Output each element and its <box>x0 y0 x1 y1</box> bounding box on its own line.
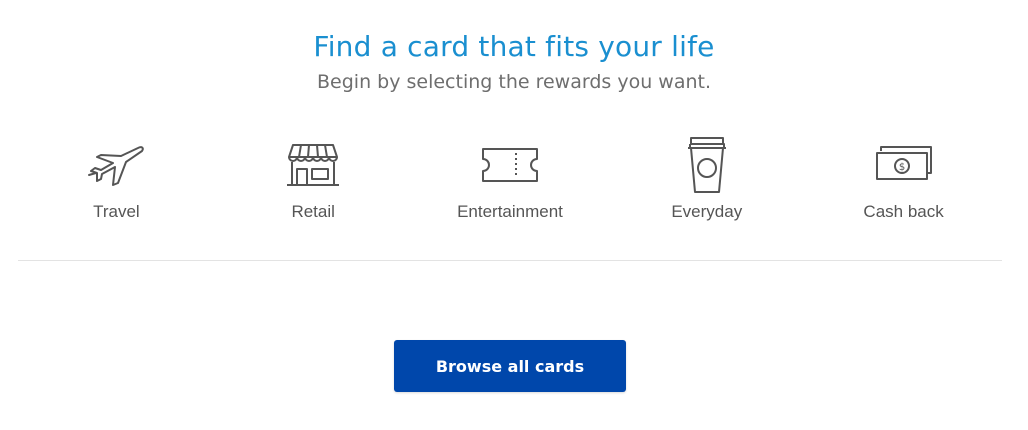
reward-option-entertainment[interactable]: Entertainment <box>412 138 609 222</box>
reward-option-travel[interactable]: Travel <box>18 138 215 222</box>
reward-option-everyday[interactable]: Everyday <box>608 137 805 222</box>
reward-option-cash-back[interactable]: $ Cash back <box>805 138 1002 222</box>
svg-text:$: $ <box>898 162 904 173</box>
airplane-icon <box>84 138 148 192</box>
coffee-cup-icon <box>675 137 739 193</box>
page-title: Find a card that fits your life <box>313 30 715 63</box>
reward-label: Travel <box>93 202 140 221</box>
rewards-selector: Travel Retail Entertainment Everyday $ C… <box>18 137 1002 222</box>
page-header: Find a card that fits your life Begin by… <box>0 28 1028 96</box>
cash-icon: $ <box>872 138 936 192</box>
storefront-icon <box>281 138 345 192</box>
reward-option-retail[interactable]: Retail <box>215 138 412 222</box>
section-divider <box>18 260 1002 261</box>
reward-label: Entertainment <box>457 202 563 221</box>
browse-all-cards-button[interactable]: Browse all cards <box>394 340 626 392</box>
page-subtitle: Begin by selecting the rewards you want. <box>317 71 711 93</box>
reward-label: Cash back <box>863 202 944 221</box>
ticket-icon <box>478 138 542 192</box>
reward-label: Everyday <box>671 202 743 221</box>
reward-label: Retail <box>291 202 335 221</box>
